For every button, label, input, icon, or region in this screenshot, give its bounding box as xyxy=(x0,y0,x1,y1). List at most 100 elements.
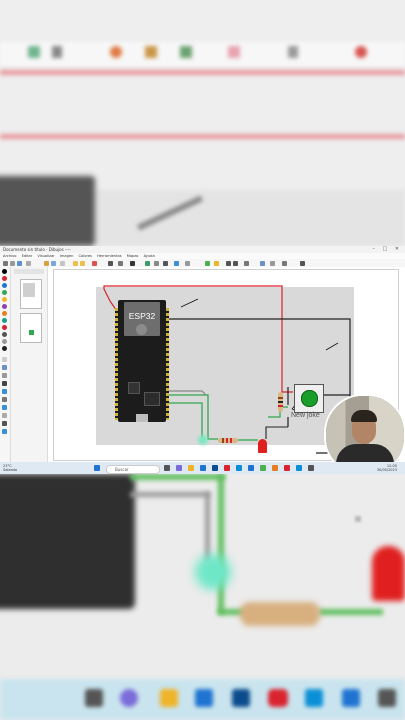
tool-icon[interactable] xyxy=(2,429,7,434)
color-swatch[interactable] xyxy=(2,290,7,295)
file-explorer-icon[interactable] xyxy=(188,465,194,471)
tool-icon[interactable] xyxy=(154,260,159,266)
tool-icon[interactable] xyxy=(2,421,7,426)
weather-widget[interactable]: 23°C Soleado xyxy=(3,464,17,472)
green-wire xyxy=(166,402,203,442)
color-swatch[interactable] xyxy=(2,332,7,337)
chip xyxy=(128,382,140,394)
color-swatch[interactable] xyxy=(2,269,7,274)
blurred-top-background xyxy=(0,0,405,246)
menu-item-ayuda[interactable]: Ayuda xyxy=(144,254,155,258)
taskbar-search[interactable]: Buscar xyxy=(106,464,160,474)
color-swatch[interactable] xyxy=(2,276,7,281)
presenter-hair xyxy=(351,410,377,422)
color-swatch[interactable] xyxy=(2,346,7,351)
resistor-vertical[interactable] xyxy=(278,392,283,412)
menu-item-archivo[interactable]: Archivo xyxy=(3,254,16,258)
color-swatch[interactable] xyxy=(2,283,7,288)
start-icon[interactable] xyxy=(94,465,100,471)
tool-icon[interactable] xyxy=(185,260,190,266)
copy-icon[interactable] xyxy=(51,260,56,266)
blurred-red-line xyxy=(0,70,405,75)
tool-icon[interactable] xyxy=(260,260,265,266)
annotation-stroke xyxy=(180,298,199,308)
push-button[interactable] xyxy=(294,384,324,413)
app-icon[interactable] xyxy=(296,465,302,471)
color-swatch[interactable] xyxy=(2,304,7,309)
app-icon[interactable] xyxy=(260,465,266,471)
window-controls[interactable]: – □ ✕ xyxy=(372,246,402,253)
espressif-logo-icon xyxy=(136,324,147,335)
tool-icon[interactable] xyxy=(108,260,113,266)
edge-icon[interactable] xyxy=(200,465,206,471)
blurred-green-wire xyxy=(130,474,225,480)
tool-icon[interactable] xyxy=(270,260,275,266)
clock-date: 30/05/2023 xyxy=(376,468,397,472)
pages-panel xyxy=(11,267,48,462)
print-icon[interactable] xyxy=(26,260,31,266)
tool-icon[interactable] xyxy=(130,260,135,266)
tool-icon[interactable] xyxy=(92,260,97,266)
paste-icon[interactable] xyxy=(60,260,65,266)
tool-icon[interactable] xyxy=(2,381,7,386)
tool-icon[interactable] xyxy=(244,260,249,266)
tool-icon[interactable] xyxy=(2,413,7,418)
app-icon[interactable] xyxy=(248,465,254,471)
system-clock[interactable]: 12:05 30/05/2023 xyxy=(377,464,397,472)
cut-icon[interactable] xyxy=(44,260,49,266)
push-button-cap xyxy=(301,390,318,407)
chat-icon[interactable] xyxy=(176,465,182,471)
chevron-right-icon[interactable] xyxy=(233,260,238,266)
app-icon[interactable] xyxy=(284,465,290,471)
tool-icon[interactable] xyxy=(118,260,123,266)
menu-item-visualizar[interactable]: Visualizar xyxy=(37,254,54,258)
tool-icon[interactable] xyxy=(2,405,7,410)
page-thumbnail[interactable] xyxy=(20,279,42,309)
tool-icon[interactable] xyxy=(2,373,7,378)
tool-icon[interactable] xyxy=(300,260,305,266)
blurred-green-wire xyxy=(318,609,383,615)
resistor-horizontal[interactable] xyxy=(218,438,238,443)
chevron-left-icon[interactable] xyxy=(226,260,231,266)
task-view-icon[interactable] xyxy=(164,465,170,471)
grid-icon[interactable] xyxy=(145,260,150,266)
tool-icon[interactable] xyxy=(2,397,7,402)
menu-item-imagen[interactable]: Imagen xyxy=(60,254,74,258)
tool-icon[interactable] xyxy=(163,260,168,266)
menu-item-editar[interactable]: Editar xyxy=(22,254,33,258)
tool-icon[interactable] xyxy=(2,389,7,394)
app-icon[interactable] xyxy=(236,465,242,471)
app-icon[interactable] xyxy=(308,465,314,471)
green-wire xyxy=(166,394,218,440)
menu-item-mapas[interactable]: Mapas xyxy=(127,254,139,258)
tool-icon[interactable] xyxy=(2,357,7,362)
tool-icon[interactable] xyxy=(174,260,179,266)
tool-icon[interactable] xyxy=(205,260,210,266)
youtube-icon[interactable] xyxy=(224,465,230,471)
color-swatch[interactable] xyxy=(2,311,7,316)
blurred-red-line xyxy=(0,134,405,139)
blurred-green-wire xyxy=(218,474,224,614)
tool-icon[interactable] xyxy=(282,260,287,266)
blurred-gray-wire xyxy=(205,492,210,562)
tool-icon[interactable] xyxy=(214,260,219,266)
page-thumbnail[interactable] xyxy=(20,313,42,343)
pin-header-left xyxy=(115,308,118,420)
undo-icon[interactable] xyxy=(73,260,78,266)
save-icon[interactable] xyxy=(17,260,22,266)
redo-icon[interactable] xyxy=(80,260,85,266)
color-swatch[interactable] xyxy=(2,339,7,344)
esp32-board[interactable]: ESP32 xyxy=(115,300,169,422)
menu-item-colores[interactable]: Colores xyxy=(79,254,92,258)
store-icon[interactable] xyxy=(212,465,218,471)
color-swatch[interactable] xyxy=(2,318,7,323)
weather-desc: Soleado xyxy=(3,468,17,472)
color-swatch[interactable] xyxy=(2,325,7,330)
open-icon[interactable] xyxy=(10,260,15,266)
new-icon[interactable] xyxy=(3,260,8,266)
menu-item-herramientas[interactable]: Herramientas xyxy=(97,254,121,258)
tool-icon[interactable] xyxy=(2,365,7,370)
color-swatch[interactable] xyxy=(2,297,7,302)
red-led[interactable] xyxy=(258,439,267,453)
chrome-icon[interactable] xyxy=(272,465,278,471)
